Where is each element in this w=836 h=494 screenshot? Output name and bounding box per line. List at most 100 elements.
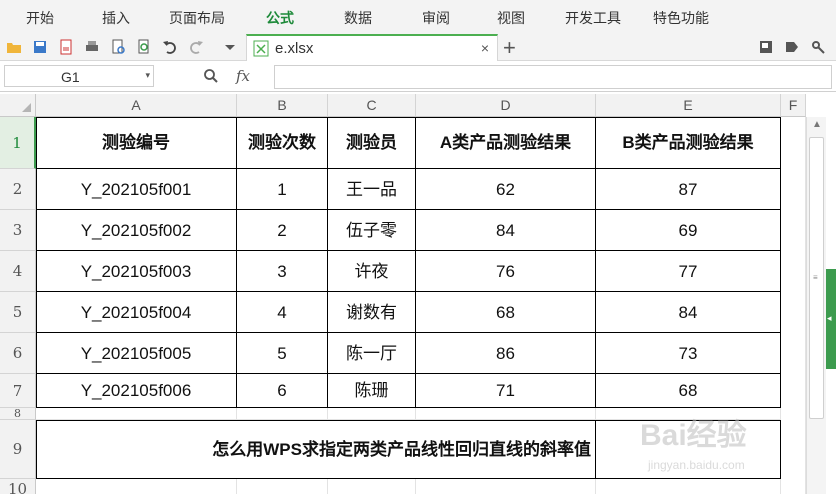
table-cell[interactable]: 谢数有 — [328, 292, 416, 333]
select-all-corner[interactable] — [0, 94, 36, 117]
save-icon[interactable] — [32, 39, 48, 55]
column-header-f[interactable]: F — [781, 94, 806, 117]
redo-icon[interactable] — [188, 39, 204, 55]
side-panel-toggle[interactable]: ◂ — [826, 269, 836, 369]
row-header-10[interactable]: 10 — [0, 479, 36, 494]
scrollbar-thumb[interactable]: ≡ — [809, 137, 824, 419]
table-cell[interactable]: 1 — [237, 169, 328, 210]
window-layout-icon[interactable] — [758, 39, 774, 55]
header-cell-tester[interactable]: 测验员 — [328, 117, 416, 169]
file-name: e.xlsx — [275, 40, 314, 57]
table-cell[interactable]: 陈珊 — [328, 374, 416, 408]
table-cell[interactable]: 77 — [596, 251, 781, 292]
table-cell[interactable]: 伍子零 — [328, 210, 416, 251]
table-cell[interactable]: 2 — [237, 210, 328, 251]
table-cell[interactable]: 86 — [416, 333, 596, 374]
empty-cell[interactable] — [237, 479, 328, 494]
tab-review[interactable]: 审阅 — [422, 8, 450, 28]
tab-view[interactable]: 视图 — [497, 8, 525, 28]
column-header-e[interactable]: E — [596, 94, 781, 117]
scroll-up-icon[interactable]: ▲ — [812, 119, 822, 130]
table-cell[interactable]: 84 — [416, 210, 596, 251]
cell-reference: G1 — [61, 69, 80, 85]
header-cell-b-result[interactable]: B类产品测验结果 — [596, 117, 781, 169]
open-folder-icon[interactable] — [6, 39, 22, 55]
table-cell[interactable]: Y_202105f002 — [36, 210, 237, 251]
empty-cell[interactable] — [416, 408, 596, 420]
grip-icon: ≡ — [813, 273, 818, 282]
column-header-b[interactable]: B — [237, 94, 328, 117]
table-cell[interactable]: 许夜 — [328, 251, 416, 292]
header-cell-a-result[interactable]: A类产品测验结果 — [416, 117, 596, 169]
formula-input[interactable] — [274, 65, 832, 89]
new-tab-icon[interactable]: + — [503, 35, 516, 61]
dropdown-arrow-icon[interactable]: ▾ — [145, 70, 150, 81]
row-header-8[interactable]: 8 — [0, 408, 36, 420]
tab-special-features[interactable]: 特色功能 — [653, 8, 709, 28]
table-cell[interactable]: 87 — [596, 169, 781, 210]
table-cell[interactable]: 73 — [596, 333, 781, 374]
column-header-a[interactable]: A — [36, 94, 237, 117]
table-cell[interactable]: 62 — [416, 169, 596, 210]
column-header-d[interactable]: D — [416, 94, 596, 117]
ribbon-menu: 开始 插入 页面布局 公式 数据 审阅 视图 开发工具 特色功能 — [0, 0, 836, 34]
undo-icon[interactable] — [162, 39, 178, 55]
table-cell[interactable]: 4 — [237, 292, 328, 333]
spreadsheet-window: 开始 插入 页面布局 公式 数据 审阅 视图 开发工具 特色功能 e.xlsx … — [0, 0, 836, 494]
find-icon[interactable] — [136, 39, 152, 55]
name-box[interactable]: G1 ▾ — [4, 65, 154, 87]
row-header-5[interactable]: 5 — [0, 292, 36, 333]
table-cell[interactable]: 76 — [416, 251, 596, 292]
row-header-1[interactable]: 1 — [0, 117, 36, 169]
empty-cell[interactable] — [237, 408, 328, 420]
row-header-2[interactable]: 2 — [0, 169, 36, 210]
spreadsheet-file-icon — [253, 40, 269, 57]
empty-cell[interactable] — [36, 479, 237, 494]
zoom-icon[interactable] — [203, 68, 219, 84]
table-cell[interactable]: 6 — [237, 374, 328, 408]
table-cell[interactable]: 68 — [416, 292, 596, 333]
close-icon[interactable]: × — [481, 40, 489, 56]
tab-insert[interactable]: 插入 — [102, 8, 130, 28]
tab-page-layout[interactable]: 页面布局 — [169, 8, 225, 28]
baidu-watermark: Bai经验 jingyan.baidu.com — [640, 400, 810, 490]
tab-formulas[interactable]: 公式 — [266, 8, 294, 28]
row-header-9[interactable]: 9 — [0, 420, 36, 479]
tab-data[interactable]: 数据 — [344, 8, 372, 28]
row-header-4[interactable]: 4 — [0, 251, 36, 292]
header-cell-test-count[interactable]: 测验次数 — [237, 117, 328, 169]
export-pdf-icon[interactable] — [58, 39, 74, 55]
empty-cell[interactable] — [36, 408, 237, 420]
chevron-down-icon[interactable] — [222, 39, 238, 55]
table-cell[interactable]: 陈一厅 — [328, 333, 416, 374]
table-cell[interactable]: 3 — [237, 251, 328, 292]
print-preview-icon[interactable] — [110, 39, 126, 55]
watermark-logo: Bai经验 — [640, 419, 747, 452]
tab-developer[interactable]: 开发工具 — [565, 8, 621, 28]
merged-title-cell[interactable]: 怎么用WPS求指定两类产品线性回归直线的斜率值 — [36, 420, 596, 479]
table-cell[interactable]: Y_202105f006 — [36, 374, 237, 408]
column-header-c[interactable]: C — [328, 94, 416, 117]
print-icon[interactable] — [84, 39, 100, 55]
row-header-3[interactable]: 3 — [0, 210, 36, 251]
file-tab[interactable]: e.xlsx × — [246, 34, 498, 61]
header-cell-test-id[interactable]: 测验编号 — [36, 117, 237, 169]
table-cell[interactable]: Y_202105f001 — [36, 169, 237, 210]
empty-cell[interactable] — [416, 479, 596, 494]
table-cell[interactable]: 69 — [596, 210, 781, 251]
empty-cell[interactable] — [328, 479, 416, 494]
row-header-7[interactable]: 7 — [0, 374, 36, 408]
table-cell[interactable]: 王一品 — [328, 169, 416, 210]
table-cell[interactable]: 5 — [237, 333, 328, 374]
table-cell[interactable]: Y_202105f005 — [36, 333, 237, 374]
table-cell[interactable]: 71 — [416, 374, 596, 408]
tab-home[interactable]: 开始 — [26, 8, 54, 28]
empty-cell[interactable] — [328, 408, 416, 420]
table-cell[interactable]: Y_202105f004 — [36, 292, 237, 333]
table-cell[interactable]: Y_202105f003 — [36, 251, 237, 292]
insert-function-icon[interactable]: fx — [236, 67, 250, 85]
table-cell[interactable]: 84 — [596, 292, 781, 333]
row-header-6[interactable]: 6 — [0, 333, 36, 374]
tag-icon[interactable] — [784, 39, 800, 55]
tools-icon[interactable] — [810, 39, 826, 55]
